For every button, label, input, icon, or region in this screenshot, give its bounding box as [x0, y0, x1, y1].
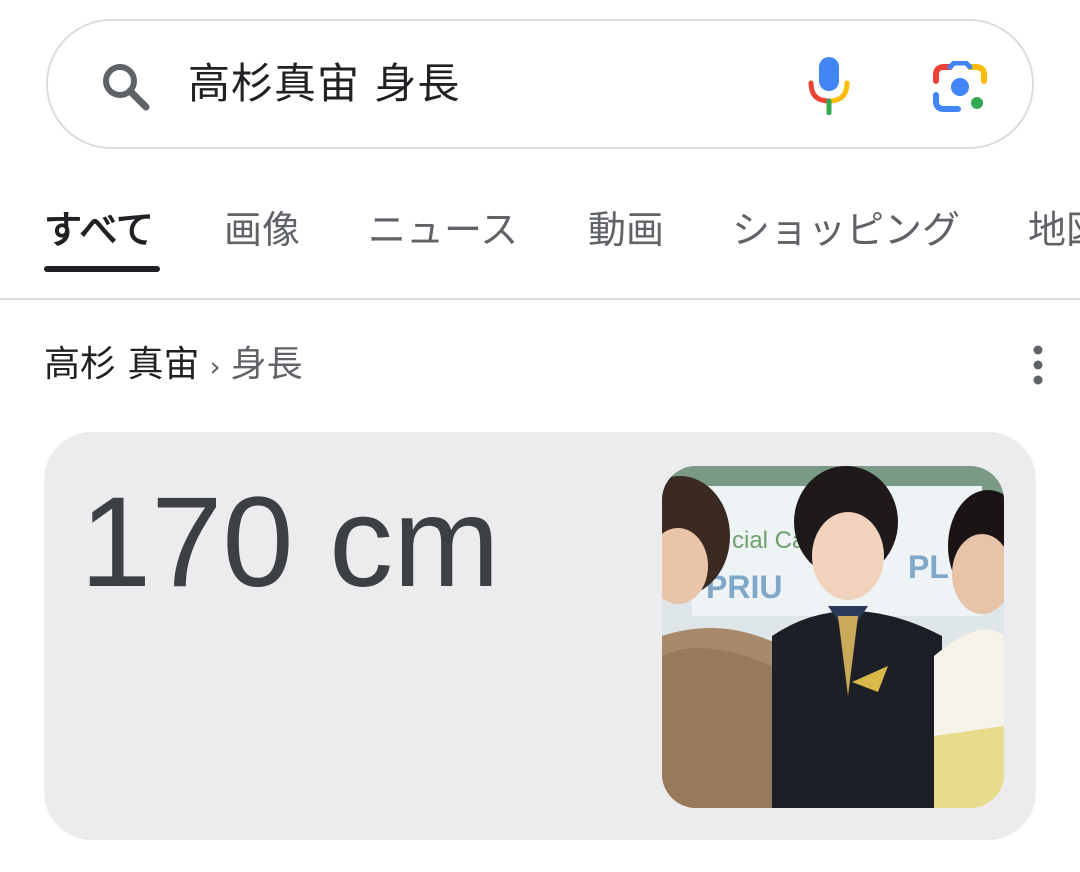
tab-news[interactable]: ニュース [368, 200, 518, 260]
photo-sign-text-3: PL [908, 549, 949, 585]
active-tab-indicator [44, 266, 160, 272]
answer-value: 170 cm [80, 471, 500, 614]
search-tabs: すべて 画像 ニュース 動画 ショッピング 地図 [0, 170, 1080, 300]
search-box[interactable]: 高杉真宙 身長 [46, 19, 1034, 149]
answer-card: 170 cm cial Ca PRIU PL [44, 432, 1036, 840]
search-icon[interactable] [98, 59, 154, 115]
tab-shopping[interactable]: ショッピング [732, 200, 960, 260]
microphone-icon[interactable] [806, 55, 852, 115]
tab-images[interactable]: 画像 [224, 200, 300, 260]
more-vertical-icon[interactable] [1026, 344, 1050, 386]
tab-videos[interactable]: 動画 [588, 200, 664, 260]
answer-photo[interactable]: cial Ca PRIU PL [662, 466, 1004, 808]
tab-maps[interactable]: 地図 [1028, 200, 1080, 260]
search-input[interactable]: 高杉真宙 身長 [188, 21, 460, 147]
breadcrumb-attribute: 身長 [230, 344, 303, 385]
breadcrumb: 高杉 真宙 › 身長 [44, 340, 303, 390]
tab-all[interactable]: すべて [44, 200, 154, 260]
breadcrumb-entity[interactable]: 高杉 真宙 [44, 344, 199, 385]
google-lens-icon[interactable] [932, 61, 988, 115]
breadcrumb-separator: › [209, 350, 221, 383]
photo-illustration: cial Ca PRIU PL [662, 466, 1004, 808]
